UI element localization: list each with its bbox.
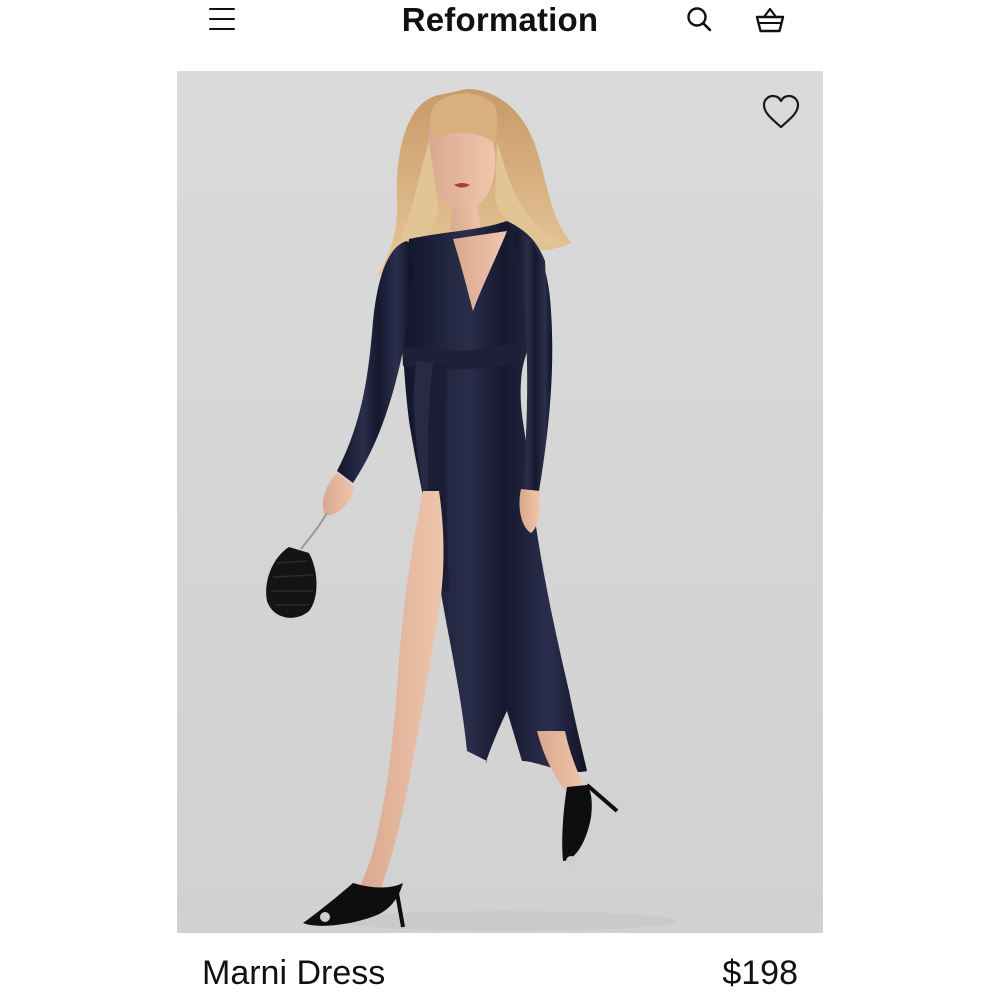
shopping-basket-icon[interactable] <box>752 2 788 38</box>
search-icon[interactable] <box>682 2 718 38</box>
top-header: Reformation <box>0 0 1000 48</box>
hamburger-menu-icon[interactable] <box>204 3 240 35</box>
product-photo-illustration <box>177 71 823 933</box>
product-page: Reformation Marni Dress $198 <box>0 0 1000 1000</box>
brand-logo[interactable]: Reformation <box>370 0 630 40</box>
product-name[interactable]: Marni Dress <box>202 950 385 996</box>
heart-outline-icon[interactable] <box>760 92 802 132</box>
product-image[interactable] <box>177 71 823 933</box>
product-price: $198 <box>722 954 798 992</box>
